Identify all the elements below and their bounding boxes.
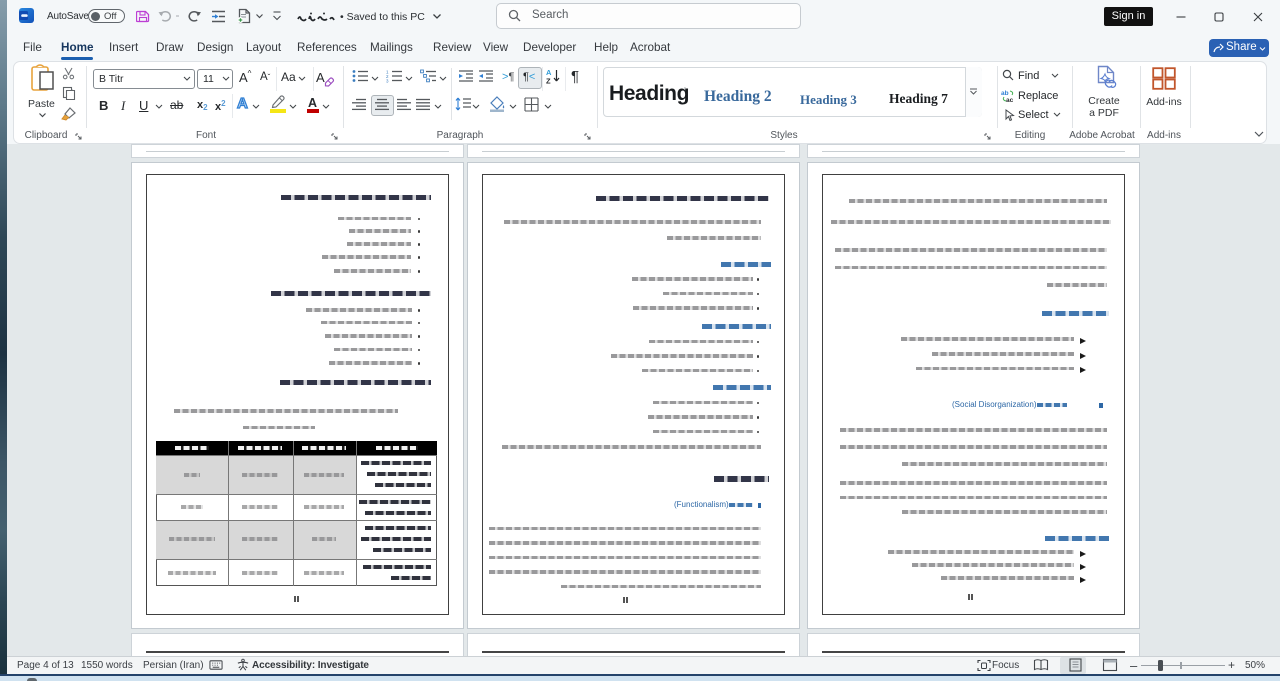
svg-text:ac: ac [1006, 97, 1014, 103]
svg-text:3: 3 [386, 79, 389, 84]
svg-text:ab: ab [1001, 90, 1009, 97]
svg-text:Z: Z [546, 77, 551, 85]
